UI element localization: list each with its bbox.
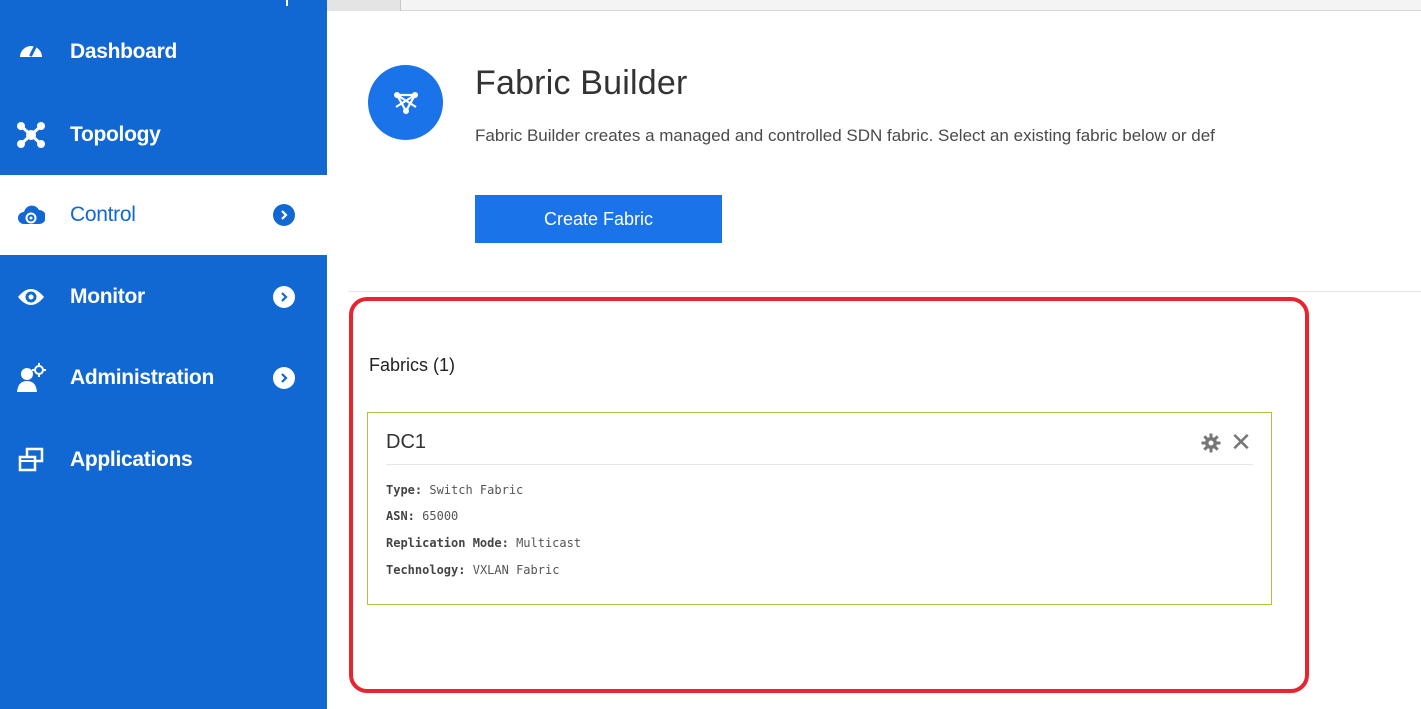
section-divider	[348, 291, 1421, 292]
sidebar-item-label: Monitor	[70, 285, 145, 308]
sidebar-item-label: Administration	[70, 366, 214, 389]
field-value: VXLAN Fabric	[472, 563, 560, 577]
gear-icon[interactable]	[1200, 432, 1222, 454]
sidebar-top-marker	[286, 0, 288, 6]
sidebar-item-label: Control	[70, 203, 136, 226]
chevron-right-icon[interactable]	[273, 367, 295, 389]
sidebar-item-control[interactable]: Control	[0, 175, 327, 255]
sidebar-item-monitor[interactable]: Monitor	[0, 257, 327, 337]
fabric-field-asn: ASN: 65000	[386, 509, 458, 523]
page-description: Fabric Builder creates a managed and con…	[475, 126, 1215, 145]
create-fabric-button[interactable]: Create Fabric	[475, 195, 722, 243]
sidebar-nav: Dashboard Topology Control Monitor Admin…	[0, 0, 327, 709]
field-key: ASN:	[386, 509, 415, 523]
chevron-right-icon[interactable]	[273, 204, 295, 226]
fabric-card[interactable]: DC1 ✕ Type: Switch Fabric ASN: 65000 Rep…	[367, 412, 1272, 605]
field-key: Type:	[386, 483, 423, 497]
field-value: Multicast	[516, 536, 582, 550]
user-gear-icon	[16, 363, 46, 393]
network-topology-icon	[16, 120, 46, 150]
stacked-windows-icon	[16, 445, 46, 475]
sidebar-item-administration[interactable]: Administration	[0, 338, 327, 418]
sidebar-item-applications[interactable]: Applications	[0, 420, 327, 500]
fabric-name[interactable]: DC1	[386, 431, 426, 454]
fabric-field-technology: Technology: VXLAN Fabric	[386, 563, 559, 577]
cloud-control-icon	[16, 200, 46, 230]
close-icon[interactable]: ✕	[1230, 429, 1252, 455]
fabric-field-replication-mode: Replication Mode: Multicast	[386, 536, 581, 550]
gauge-icon	[16, 37, 46, 67]
sidebar-item-label: Topology	[70, 123, 161, 146]
field-value: Switch Fabric	[429, 483, 524, 497]
sidebar-item-topology[interactable]: Topology	[0, 95, 327, 175]
field-key: Technology:	[386, 563, 466, 577]
sidebar-item-dashboard[interactable]: Dashboard	[0, 12, 327, 92]
eye-icon	[16, 282, 46, 312]
field-key: Replication Mode:	[386, 536, 509, 550]
chevron-right-icon[interactable]	[273, 286, 295, 308]
fabric-builder-icon	[368, 65, 443, 140]
fabric-field-type: Type: Switch Fabric	[386, 483, 523, 497]
fabrics-heading: Fabrics (1)	[369, 355, 456, 375]
sidebar-item-label: Applications	[70, 448, 193, 471]
top-tab[interactable]	[327, 0, 401, 11]
sidebar-item-label: Dashboard	[70, 40, 177, 63]
field-value: 65000	[422, 509, 459, 523]
top-tab-strip	[327, 0, 1421, 11]
page-title: Fabric Builder	[475, 64, 688, 102]
card-divider	[386, 464, 1253, 465]
